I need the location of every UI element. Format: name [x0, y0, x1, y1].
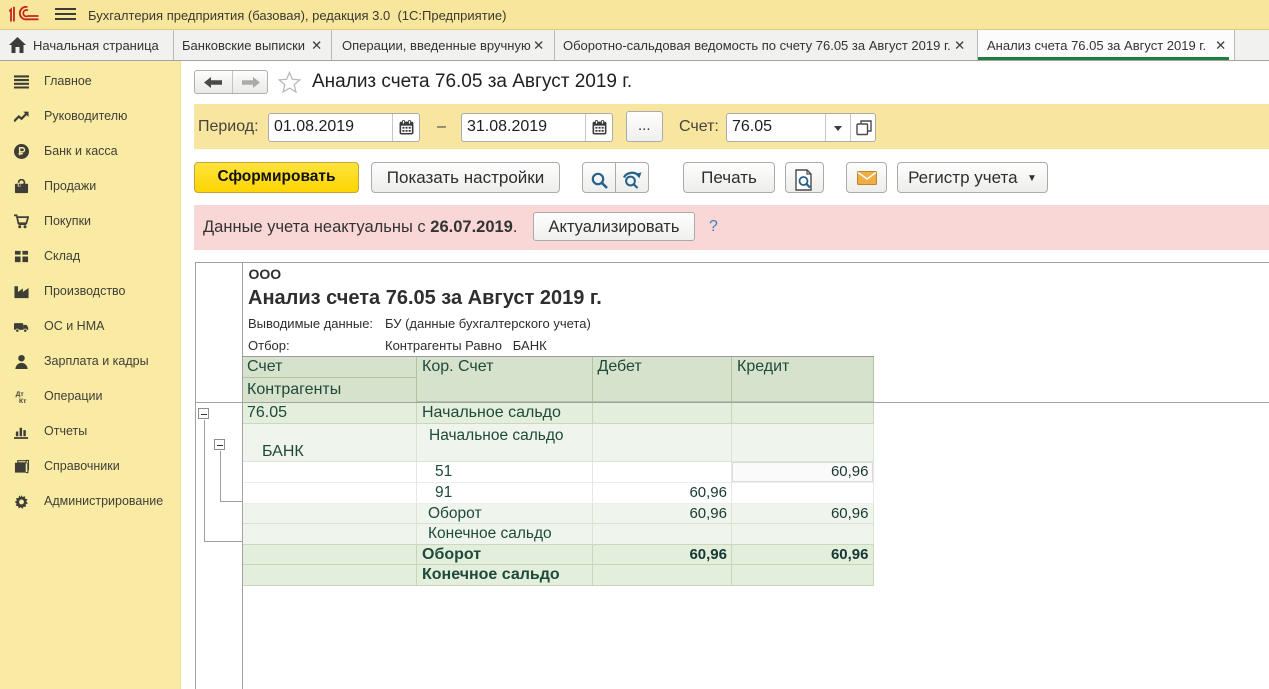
svg-text:Дт: Дт	[16, 391, 25, 398]
svg-text:Кт: Кт	[19, 398, 27, 404]
